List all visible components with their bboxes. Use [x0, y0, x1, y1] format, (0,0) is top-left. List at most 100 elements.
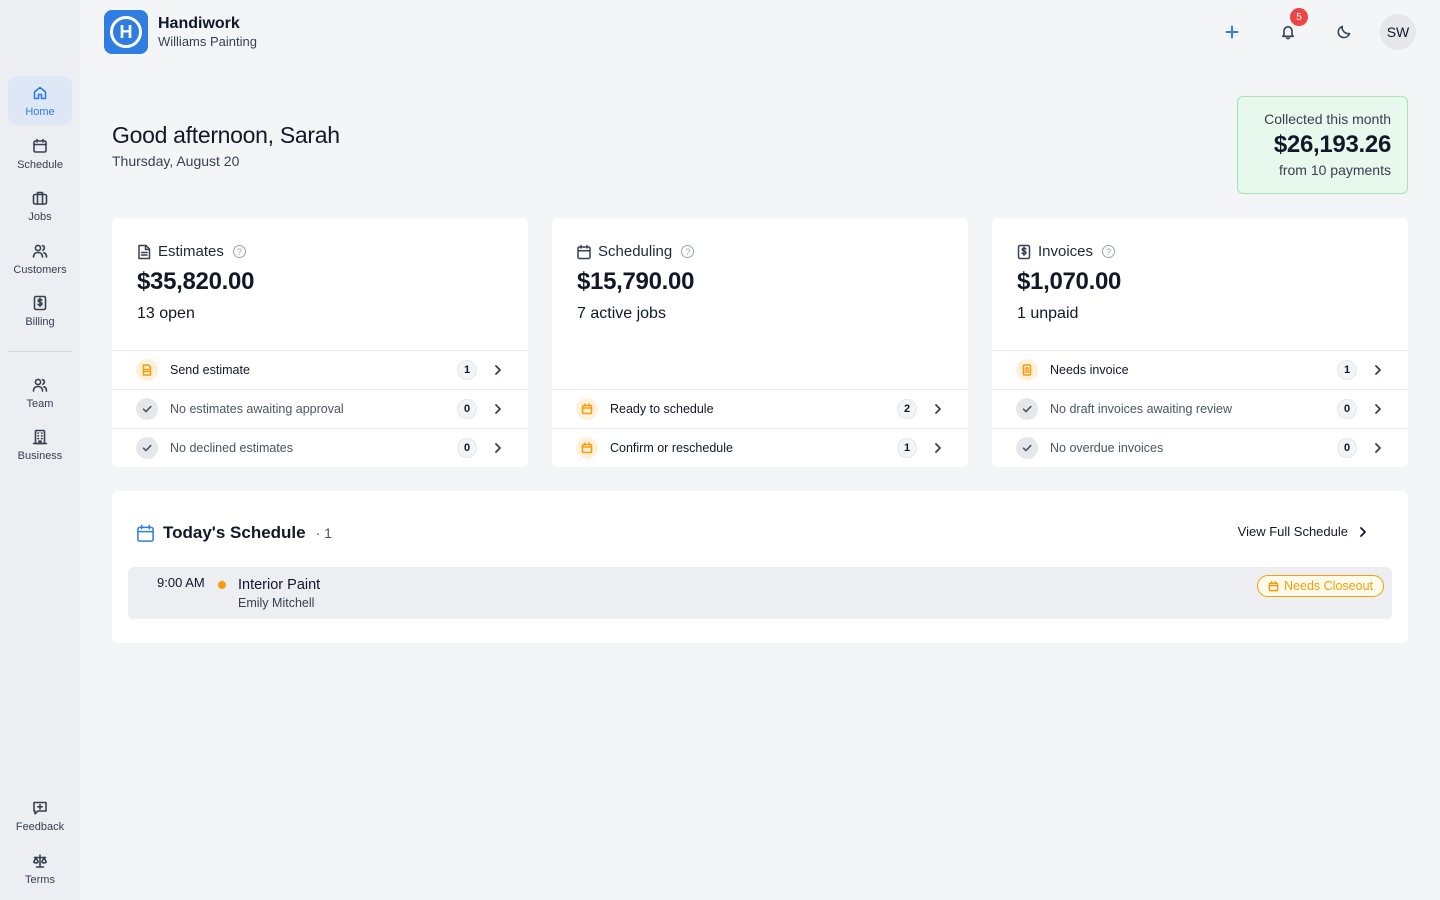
invoices-card: Invoices ? $1,070.00 1 unpaid Needs invo…	[992, 218, 1408, 467]
action-row-overdue-invoices[interactable]: No overdue invoices 0	[992, 428, 1408, 467]
sidebar-item-business[interactable]: Business	[8, 420, 72, 469]
sidebar-item-label: Jobs	[28, 210, 52, 223]
sidebar-item-terms[interactable]: Terms	[8, 844, 72, 893]
sidebar-item-label: Schedule	[17, 158, 63, 171]
schedule-count: · 1	[315, 525, 332, 541]
collected-summary: Collected this month $26,193.26 from 10 …	[1237, 96, 1408, 194]
sidebar-item-billing[interactable]: Billing	[8, 286, 72, 335]
check-icon	[1016, 437, 1038, 459]
briefcase-icon	[31, 189, 49, 207]
job-title: Interior Paint	[238, 577, 321, 593]
action-row-ready-to-schedule[interactable]: Ready to schedule 2	[552, 389, 968, 428]
job-status-dot	[218, 581, 226, 589]
collected-sub: from 10 payments	[1278, 162, 1391, 178]
sidebar-divider	[8, 351, 72, 352]
job-client: Emily Mitchell	[238, 596, 315, 610]
action-row-declined[interactable]: No declined estimates 0	[112, 428, 528, 467]
view-full-schedule-link[interactable]: View Full Schedule	[1238, 524, 1370, 539]
todays-schedule-panel: Today's Schedule · 1 View Full Schedule …	[112, 491, 1408, 643]
action-row-awaiting-approval[interactable]: No estimates awaiting approval 0	[112, 389, 528, 428]
sidebar-item-label: Team	[26, 397, 54, 410]
calendar-icon	[31, 137, 49, 155]
row-count-badge: 1	[897, 438, 917, 458]
action-row-draft-invoices[interactable]: No draft invoices awaiting review 0	[992, 389, 1408, 428]
calendar-icon	[1268, 580, 1279, 591]
schedule-title: Today's Schedule	[163, 523, 306, 542]
home-icon	[31, 84, 49, 102]
sidebar-item-label: Terms	[25, 873, 55, 886]
logo-letter: H	[119, 21, 133, 42]
view-full-schedule-label: View Full Schedule	[1237, 524, 1348, 539]
row-count-badge: 0	[1337, 399, 1357, 419]
chevron-right-icon	[931, 402, 945, 416]
chevron-right-icon	[1360, 526, 1366, 537]
card-title: Invoices	[1038, 243, 1094, 260]
create-button[interactable]	[1214, 14, 1250, 50]
status-badge[interactable]: Needs Closeout	[1257, 575, 1384, 597]
action-row-send-estimate[interactable]: Send estimate 1	[112, 350, 528, 389]
sidebar-item-home[interactable]: Home	[8, 76, 72, 125]
row-count-badge: 1	[1337, 360, 1357, 380]
sidebar-item-team[interactable]: Team	[8, 368, 72, 417]
notification-count-badge: 5	[1290, 8, 1308, 26]
brand[interactable]: H Handiwork Williams Painting	[104, 10, 257, 54]
card-subtitle: 7 active jobs	[577, 305, 666, 322]
schedule-job-row[interactable]: 9:00 AM Interior Paint Emily Mitchell Ne…	[128, 567, 1392, 619]
page-title: Good afternoon, Sarah	[112, 122, 340, 148]
scale-icon	[31, 852, 49, 870]
bell-icon	[1282, 26, 1294, 40]
theme-toggle-button[interactable]	[1326, 14, 1362, 50]
plus-icon	[1225, 25, 1239, 39]
chevron-right-icon	[491, 363, 505, 377]
status-badge-label: Needs Closeout	[1284, 579, 1373, 593]
action-row-needs-invoice[interactable]: Needs invoice 1	[992, 350, 1408, 389]
help-icon[interactable]: ?	[681, 245, 695, 258]
check-icon	[136, 437, 158, 459]
row-count-badge: 2	[897, 399, 917, 419]
calendar-icon	[576, 398, 598, 420]
sidebar-item-feedback[interactable]: Feedback	[8, 791, 72, 840]
app-logo: H	[104, 10, 148, 54]
help-icon[interactable]: ?	[1102, 245, 1116, 258]
collected-label: Collected this month	[1264, 111, 1391, 127]
help-icon[interactable]: ?	[232, 245, 246, 258]
card-subtitle: 1 unpaid	[1017, 305, 1079, 322]
sidebar-item-label: Business	[17, 449, 63, 462]
feedback-icon	[31, 799, 49, 817]
moon-icon	[1337, 25, 1351, 39]
action-row-confirm-reschedule[interactable]: Confirm or reschedule 1	[552, 428, 968, 467]
building-icon	[31, 428, 49, 446]
app-name: Handiwork	[158, 15, 240, 32]
calendar-icon	[137, 524, 154, 542]
estimates-card: Estimates ? $35,820.00 13 open Send esti…	[112, 218, 528, 467]
receipt-icon	[31, 294, 49, 312]
check-icon	[1016, 398, 1038, 420]
document-icon	[138, 244, 151, 259]
row-label: No declined estimates	[170, 441, 293, 455]
sidebar: Home Schedule Jobs Customers Billing Tea…	[0, 0, 80, 900]
sidebar-item-jobs[interactable]: Jobs	[8, 181, 72, 230]
chevron-right-icon	[1371, 363, 1385, 377]
card-amount: $15,790.00	[577, 268, 695, 295]
row-count-badge: 1	[457, 360, 477, 380]
chevron-right-icon	[491, 402, 505, 416]
notifications-button[interactable]: 5	[1270, 8, 1308, 50]
company-name: Williams Painting	[158, 34, 257, 49]
card-title: Estimates	[158, 243, 224, 260]
collected-amount: $26,193.26	[1273, 131, 1391, 158]
sidebar-item-label: Customers	[13, 263, 67, 276]
card-title: Scheduling	[598, 243, 673, 260]
row-count-badge: 0	[457, 438, 477, 458]
user-avatar[interactable]: SW	[1380, 14, 1416, 50]
row-label: Needs invoice	[1050, 363, 1129, 377]
team-icon	[31, 376, 49, 394]
row-label: No draft invoices awaiting review	[1050, 402, 1233, 416]
users-icon	[31, 242, 49, 260]
chevron-right-icon	[491, 441, 505, 455]
row-label: Send estimate	[170, 363, 250, 377]
row-count-badge: 0	[1337, 438, 1357, 458]
sidebar-item-schedule[interactable]: Schedule	[8, 129, 72, 178]
sidebar-item-customers[interactable]: Customers	[8, 234, 72, 283]
scheduling-card: Scheduling ? $15,790.00 7 active jobs Re…	[552, 218, 968, 467]
calendar-icon	[577, 244, 591, 259]
